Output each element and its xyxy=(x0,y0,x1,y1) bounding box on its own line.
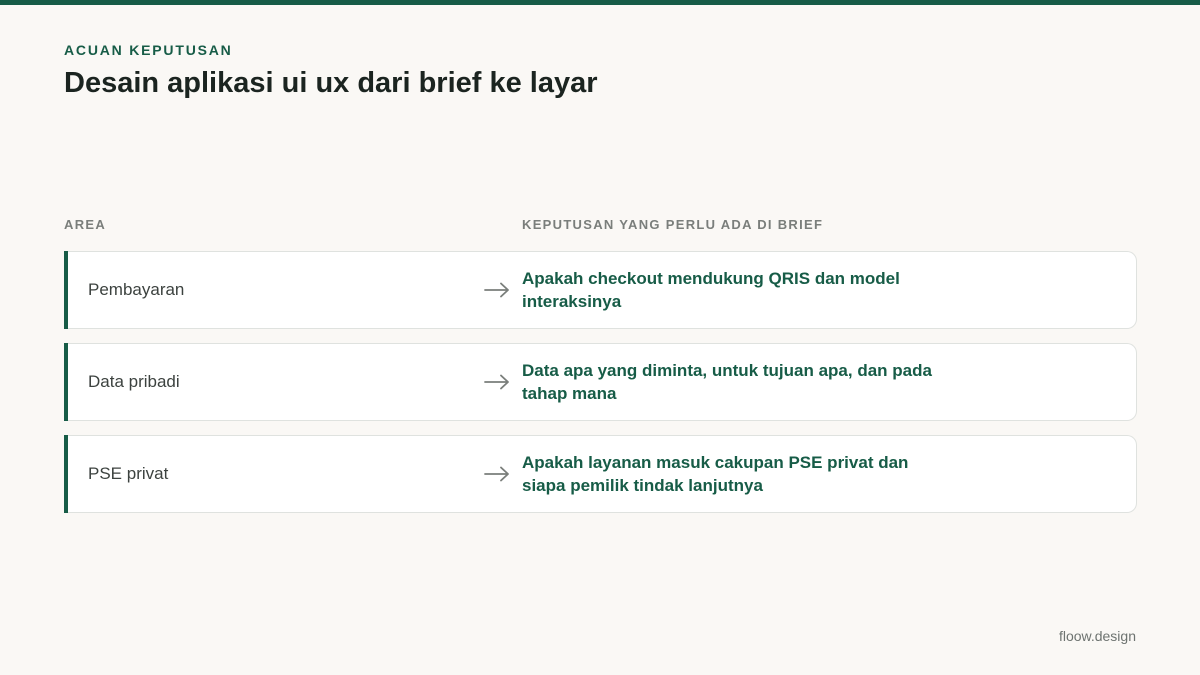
row-area-label: Data pribadi xyxy=(88,372,180,391)
arrow-right-icon xyxy=(484,466,509,482)
row-area-label: PSE privat xyxy=(88,464,169,483)
table-row: PSE privat Apakah layanan masuk cakupan … xyxy=(64,435,1137,513)
page-title: Desain aplikasi ui ux dari brief ke laya… xyxy=(64,67,598,99)
table-row: Pembayaran Apakah checkout mendukung QRI… xyxy=(64,251,1137,329)
row-decision-text: Data apa yang diminta, untuk tujuan apa,… xyxy=(522,361,932,403)
row-accent-bar xyxy=(64,435,68,513)
column-header-decision: KEPUTUSAN YANG PERLU ADA DI BRIEF xyxy=(522,217,824,232)
eyebrow-label: ACUAN KEPUTUSAN xyxy=(64,42,233,58)
arrow-right-icon xyxy=(484,374,509,390)
row-decision-text: Apakah layanan masuk cakupan PSE privat … xyxy=(522,453,909,495)
decision-table: Pembayaran Apakah checkout mendukung QRI… xyxy=(64,251,1137,527)
arrow-right-icon xyxy=(484,282,509,298)
row-accent-bar xyxy=(64,343,68,421)
row-accent-bar xyxy=(64,251,68,329)
column-header-area: AREA xyxy=(64,217,107,232)
table-row: Data pribadi Data apa yang diminta, untu… xyxy=(64,343,1137,421)
row-decision-text: Apakah checkout mendukung QRIS dan model… xyxy=(522,269,900,311)
top-accent-bar xyxy=(0,0,1200,5)
row-area-label: Pembayaran xyxy=(88,280,185,299)
footer-brand: floow.design xyxy=(1058,628,1136,644)
